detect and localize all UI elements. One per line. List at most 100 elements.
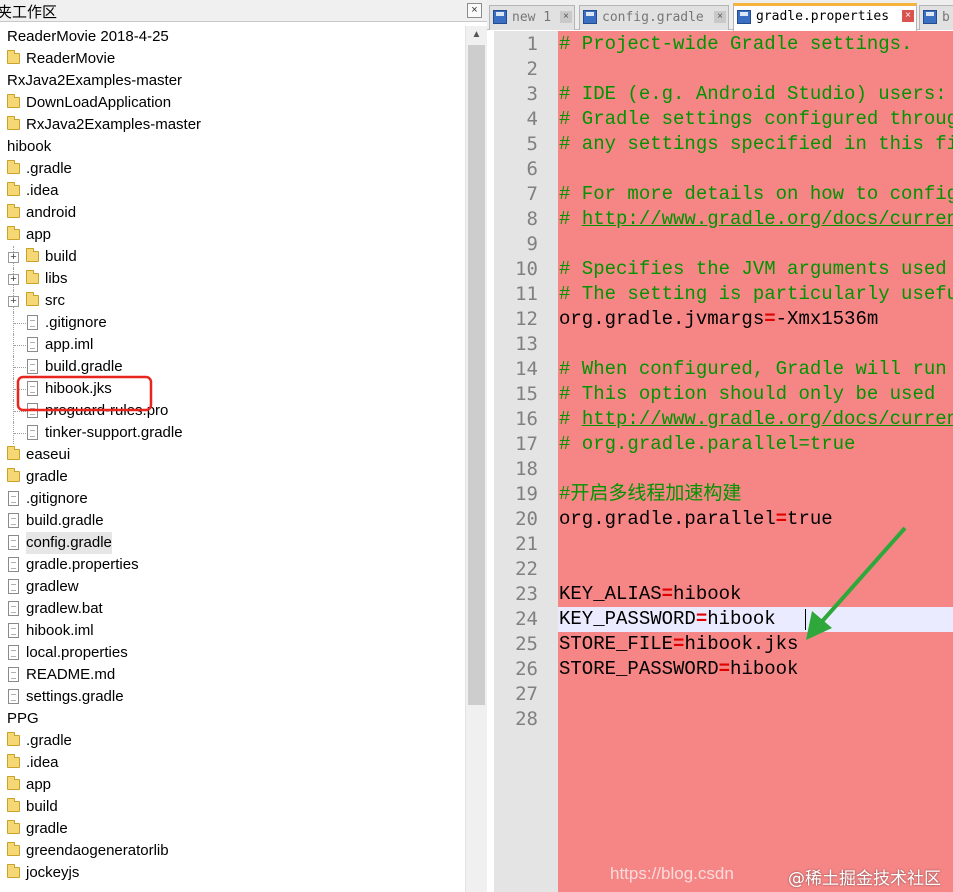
close-icon[interactable]: × xyxy=(560,11,572,23)
tree-item-label: jockeyjs xyxy=(26,864,80,881)
tree-row[interactable]: .idea xyxy=(0,752,465,774)
comment-link[interactable]: http://www.gradle.org/docs/current xyxy=(582,208,953,230)
tree-row[interactable]: settings.gradle xyxy=(0,686,465,708)
folder-icon xyxy=(26,292,39,306)
close-icon[interactable]: × xyxy=(714,11,726,23)
tree-item-label: README.md xyxy=(26,666,116,683)
tree-row[interactable]: proguard-rules.pro xyxy=(0,400,465,422)
tree-row[interactable]: .gradle xyxy=(0,158,465,180)
tree-row[interactable]: gradlew xyxy=(0,576,465,598)
tree-row[interactable]: RxJava2Examples-master xyxy=(0,114,465,136)
tree-row[interactable]: app xyxy=(0,224,465,246)
tree-row[interactable]: gradle.properties xyxy=(0,554,465,576)
tab-b[interactable]: b xyxy=(919,5,953,30)
tab-gradle-properties[interactable]: gradle.properties × xyxy=(733,3,917,31)
tree-row[interactable]: .gradle xyxy=(0,730,465,752)
line-number: 18 xyxy=(515,458,538,480)
tab-label: b xyxy=(942,10,950,25)
tree-item-label: src xyxy=(45,292,65,309)
folder-icon xyxy=(7,468,20,482)
tree-row[interactable]: DownLoadApplication xyxy=(0,92,465,114)
folder-icon xyxy=(7,160,20,174)
tab-config-gradle[interactable]: config.gradle × xyxy=(579,5,729,30)
tree-item-label: .gradle xyxy=(26,732,72,749)
tree-row[interactable]: gradle xyxy=(0,466,465,488)
tree-item-label: gradlew xyxy=(26,578,79,595)
code-line: KEY_PASSWORD=hibook xyxy=(559,607,776,632)
code-line: #开启多线程加速构建 xyxy=(559,483,742,505)
tree-row[interactable]: PPG xyxy=(0,708,465,730)
folder-icon xyxy=(7,842,20,856)
tree-item-label: local.properties xyxy=(26,644,128,661)
tree-guide-line xyxy=(14,433,26,434)
tree-row[interactable]: gradlew.bat xyxy=(0,598,465,620)
file-icon xyxy=(8,645,19,660)
tree-scrollbar[interactable]: ▲ xyxy=(465,26,487,892)
tree-item-label: .gradle xyxy=(26,160,72,177)
tree-row[interactable]: greendaogeneratorlib xyxy=(0,840,465,862)
code-line: # For more details on how to configure xyxy=(559,183,953,205)
tree-item-label: greendaogeneratorlib xyxy=(26,842,169,859)
tree-row[interactable]: .gitignore xyxy=(0,312,465,334)
expand-icon[interactable]: + xyxy=(8,296,19,307)
tree-row[interactable]: RxJava2Examples-master xyxy=(0,70,465,92)
code-line: # Project-wide Gradle settings. xyxy=(559,33,913,55)
code-line: org.gradle.parallel=true xyxy=(559,507,833,532)
line-number: 5 xyxy=(526,133,538,155)
tree-item-label: gradle.properties xyxy=(26,556,139,573)
line-number: 3 xyxy=(526,83,538,105)
comment-link[interactable]: http://www.gradle.org/docs/current xyxy=(582,408,953,430)
tree-row[interactable]: hibook.jks xyxy=(0,378,465,400)
tree-row[interactable]: ReaderMovie 2018-4-25 xyxy=(0,26,465,48)
tree-row[interactable]: .idea xyxy=(0,180,465,202)
equals-operator: = xyxy=(695,608,708,630)
scrollbar-thumb[interactable] xyxy=(468,45,485,705)
tree-row[interactable]: app xyxy=(0,774,465,796)
close-icon[interactable]: × xyxy=(467,3,482,18)
code-line: org.gradle.jvmargs=-Xmx1536m xyxy=(559,307,878,332)
tree-row[interactable]: app.iml xyxy=(0,334,465,356)
tree-row[interactable]: + src xyxy=(0,290,465,312)
folder-icon xyxy=(7,226,20,240)
close-icon[interactable]: × xyxy=(902,10,914,22)
code-line: # The setting is particularly useful xyxy=(559,283,953,305)
tree-row[interactable]: gradle xyxy=(0,818,465,840)
line-number: 4 xyxy=(526,108,538,130)
tree-row[interactable]: build.gradle xyxy=(0,356,465,378)
tree-row[interactable]: local.properties xyxy=(0,642,465,664)
line-number: 19 xyxy=(515,483,538,505)
tree-row[interactable]: + libs xyxy=(0,268,465,290)
tree-row[interactable]: jockeyjs xyxy=(0,862,465,884)
expand-icon[interactable]: + xyxy=(8,252,19,263)
tab-new-1[interactable]: new 1 × xyxy=(489,5,575,30)
folder-icon xyxy=(7,798,20,812)
watermark-url: https://blog.csdn xyxy=(610,864,734,883)
expand-icon[interactable]: + xyxy=(8,274,19,285)
tree-row[interactable]: tinker-support.gradle xyxy=(0,422,465,444)
property-value: hibook.jks xyxy=(684,633,799,655)
tree-row[interactable]: build xyxy=(0,796,465,818)
tree-row[interactable]: + build xyxy=(0,246,465,268)
tree-row[interactable]: easeui xyxy=(0,444,465,466)
tree-row[interactable]: config.gradle xyxy=(0,532,465,554)
tree-item-label: android xyxy=(26,204,77,221)
folder-icon xyxy=(7,820,20,834)
tree-guide-line xyxy=(14,411,26,412)
line-number: 14 xyxy=(515,358,538,380)
tree-item-label: proguard-rules.pro xyxy=(45,402,169,419)
tree-row[interactable]: hibook.iml xyxy=(0,620,465,642)
tree-row[interactable]: ReaderMovie xyxy=(0,48,465,70)
tree-row[interactable]: hibook xyxy=(0,136,465,158)
tree-row[interactable]: README.md xyxy=(0,664,465,686)
scroll-up-arrow-icon[interactable]: ▲ xyxy=(468,26,485,43)
code-line: # This option should only be used xyxy=(559,383,936,405)
tree-row[interactable]: .gitignore xyxy=(0,488,465,510)
code-line: # IDE (e.g. Android Studio) users: xyxy=(559,83,947,105)
file-icon xyxy=(8,535,19,550)
line-number: 13 xyxy=(515,333,538,355)
tree-row[interactable]: build.gradle xyxy=(0,510,465,532)
code-view[interactable]: # Project-wide Gradle settings. # IDE (e.… xyxy=(487,31,953,892)
tree-row[interactable]: android xyxy=(0,202,465,224)
file-icon xyxy=(8,667,19,682)
code-line: KEY_ALIAS=hibook xyxy=(559,582,741,607)
